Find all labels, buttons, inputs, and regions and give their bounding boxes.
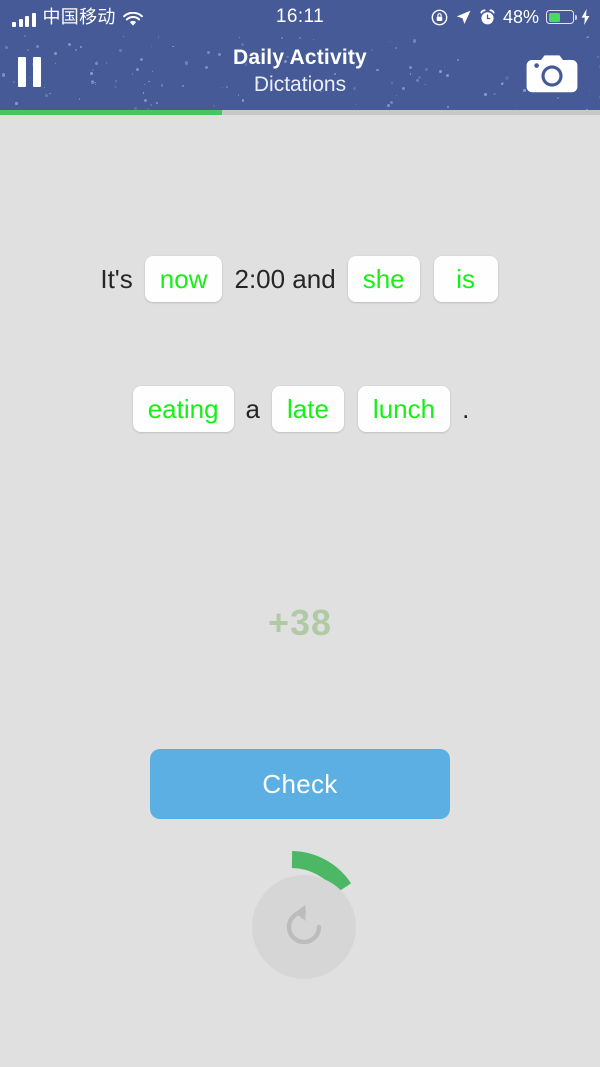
answer-chip[interactable]: eating bbox=[132, 386, 234, 432]
static-word: 2:00 and bbox=[234, 264, 336, 294]
alarm-clock-icon bbox=[479, 8, 496, 26]
static-word: It's bbox=[100, 264, 133, 294]
answer-chip-label: now bbox=[159, 264, 208, 294]
lesson-progress-fill bbox=[0, 110, 222, 115]
check-button-label: Check bbox=[262, 768, 338, 799]
replay-rotate-left-icon bbox=[279, 902, 329, 952]
answer-chip-label: is bbox=[456, 264, 476, 294]
header-titles: Daily Activity Dictations bbox=[0, 45, 600, 99]
app-header: Daily Activity Dictations bbox=[0, 34, 600, 110]
answer-chip[interactable]: is bbox=[433, 256, 498, 302]
pause-icon bbox=[18, 57, 26, 87]
rotation-lock-icon bbox=[431, 9, 448, 26]
answer-chip-label: lunch bbox=[372, 394, 436, 424]
sentence-line-2: eating a late lunch. bbox=[0, 386, 600, 432]
page-title: Daily Activity bbox=[233, 46, 367, 69]
lesson-progress-bar bbox=[0, 110, 600, 115]
location-arrow-icon bbox=[455, 9, 472, 26]
answer-chip[interactable]: now bbox=[144, 256, 223, 302]
status-bar: 中国移动 16:11 48% bbox=[0, 0, 600, 34]
static-word: . bbox=[462, 394, 470, 424]
answer-chip-label: she bbox=[362, 264, 405, 294]
check-button[interactable]: Check bbox=[150, 749, 450, 819]
answer-chip-label: late bbox=[287, 394, 329, 424]
score-popup: +38 bbox=[267, 602, 333, 643]
answer-chip-label: eating bbox=[147, 394, 219, 424]
static-word: a bbox=[245, 394, 260, 424]
replay-control bbox=[0, 850, 600, 996]
status-bar-right: 48% bbox=[431, 7, 600, 28]
pause-button[interactable] bbox=[18, 57, 41, 87]
charging-bolt-icon bbox=[581, 9, 590, 25]
camera-button[interactable] bbox=[526, 51, 578, 93]
page-subtitle: Dictations bbox=[253, 73, 347, 96]
camera-icon bbox=[526, 51, 578, 93]
battery-icon bbox=[546, 10, 577, 24]
exercise-area: It's now 2:00 and she is eating a late lunch. +… bbox=[0, 115, 600, 1067]
answer-chip[interactable]: lunch bbox=[357, 386, 451, 432]
answer-chip[interactable]: late bbox=[272, 386, 344, 432]
answer-chip[interactable]: she bbox=[347, 256, 420, 302]
replay-button[interactable] bbox=[252, 875, 356, 979]
battery-percent-label: 48% bbox=[502, 6, 539, 27]
sentence-line-1: It's now 2:00 and she is bbox=[0, 256, 600, 302]
